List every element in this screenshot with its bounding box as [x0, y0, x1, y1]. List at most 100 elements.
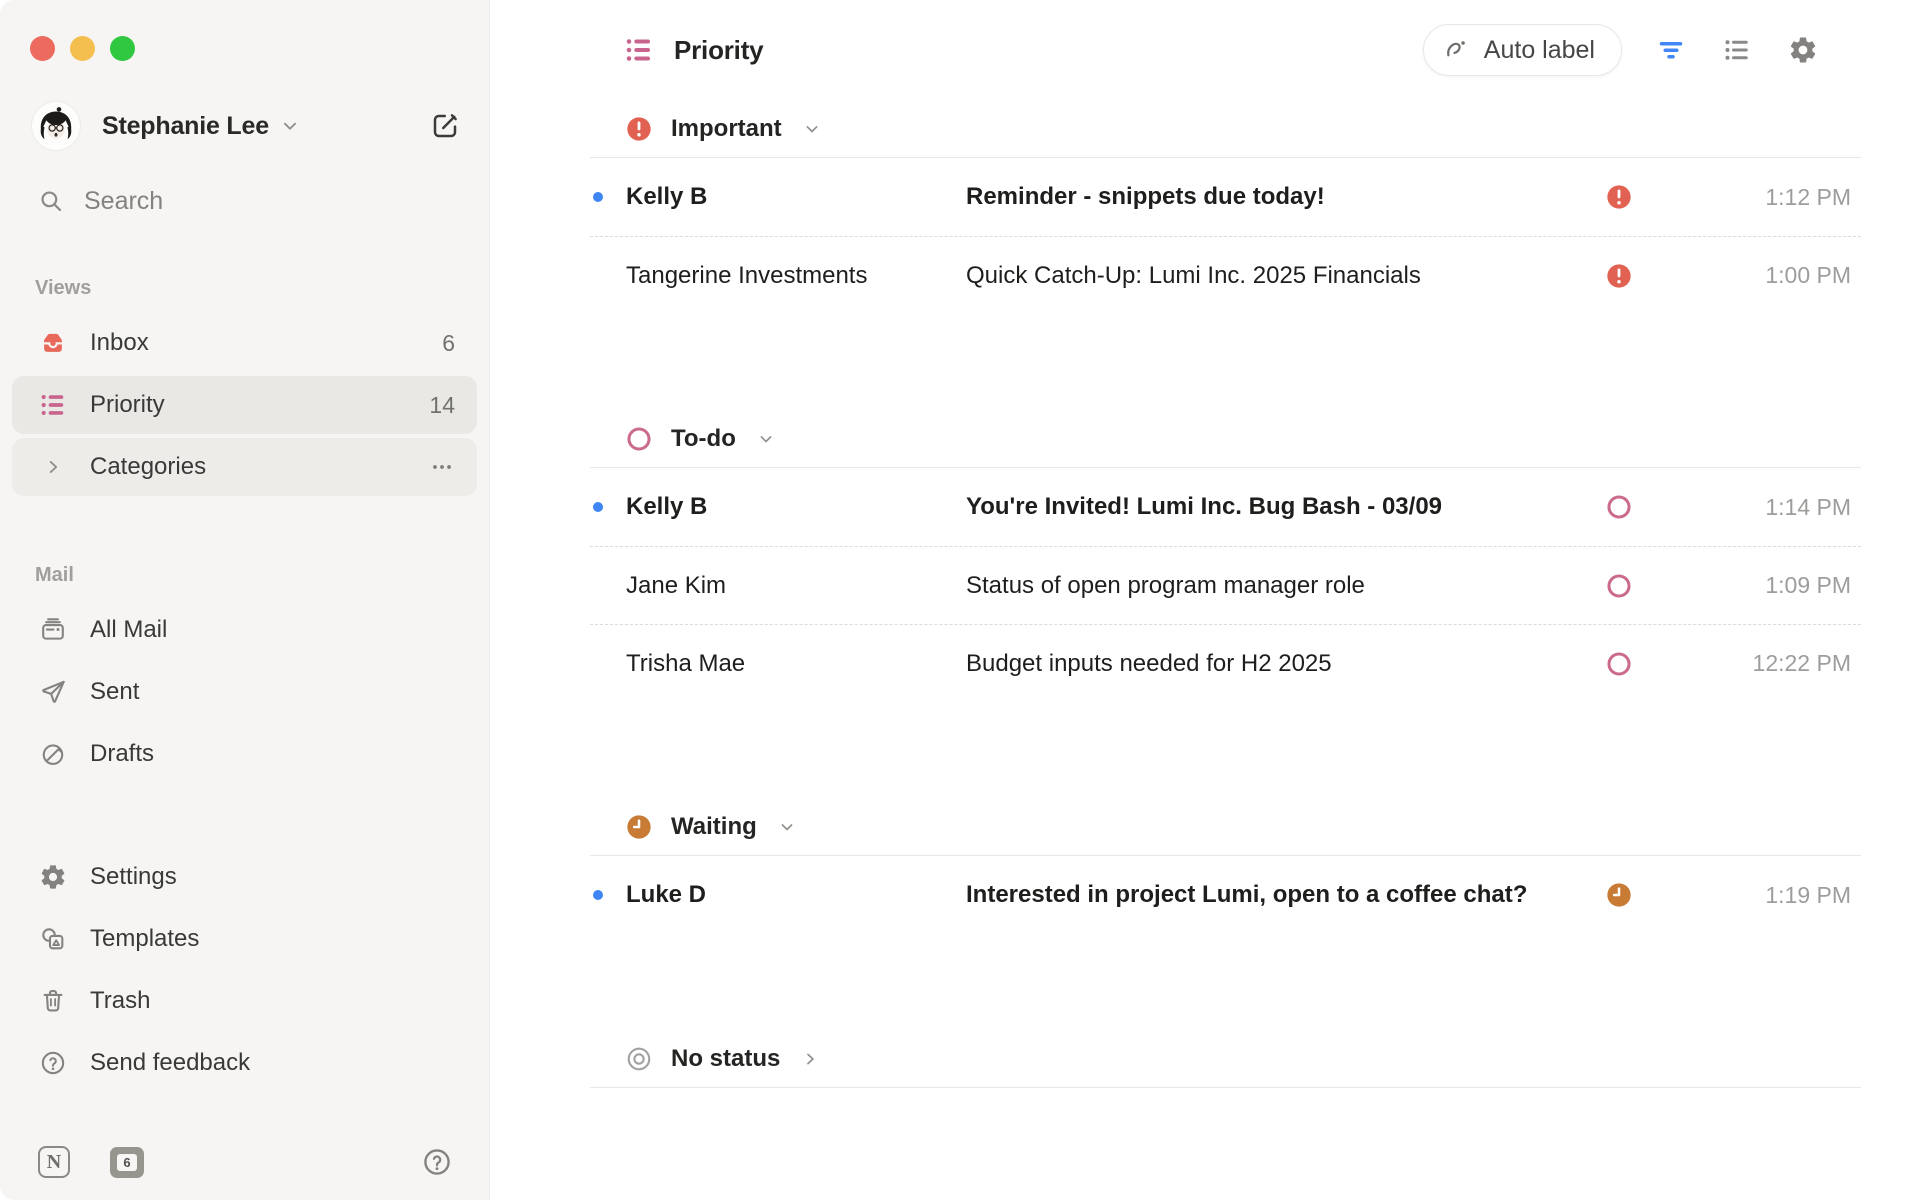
- sidebar-item-categories[interactable]: Categories: [12, 438, 477, 496]
- sidebar-item-sent[interactable]: Sent: [12, 663, 477, 721]
- unread-count: 14: [429, 392, 455, 419]
- important-status-icon: [625, 115, 653, 143]
- todo-status-icon: [625, 425, 653, 453]
- sidebar-item-priority[interactable]: Priority 14: [12, 376, 477, 434]
- sent-icon: [38, 677, 68, 707]
- mail-subject: Quick Catch-Up: Lumi Inc. 2025 Financial…: [966, 262, 1589, 290]
- chevron-down-icon: [802, 119, 822, 139]
- mail-app-window: Stephanie Lee Search Views Inbox 6 Prior…: [0, 0, 1920, 1200]
- zoom-button[interactable]: [110, 36, 135, 61]
- important-badge-icon[interactable]: [1589, 262, 1649, 290]
- sidebar-item-all-mail[interactable]: All Mail: [12, 601, 477, 659]
- help-button[interactable]: [421, 1146, 453, 1178]
- mail-subject: Reminder - snippets due today!: [966, 183, 1589, 211]
- compose-icon: [430, 111, 460, 141]
- unread-dot: [593, 890, 603, 900]
- toolbar: Auto label: [1423, 24, 1820, 76]
- gear-icon: [1788, 35, 1818, 65]
- sidebar-item-label: Priority: [90, 391, 165, 419]
- filter-button[interactable]: [1654, 33, 1688, 67]
- trash-icon: [38, 986, 68, 1016]
- mail-list-pane: Priority Auto label Important Kelly B: [490, 0, 1920, 1200]
- more-options-icon[interactable]: [429, 454, 455, 480]
- account-switcher[interactable]: Stephanie Lee: [32, 101, 465, 151]
- section-no-status: No status: [590, 1030, 1861, 1088]
- sidebar-item-trash[interactable]: Trash: [12, 972, 477, 1030]
- calendar-day: 6: [117, 1154, 137, 1171]
- question-circle-icon: [38, 1048, 68, 1078]
- todo-ring-icon[interactable]: [1589, 650, 1649, 678]
- chevron-right-icon[interactable]: [38, 452, 68, 482]
- mail-row[interactable]: Kelly B You're Invited! Lumi Inc. Bug Ba…: [590, 468, 1861, 546]
- sidebar-item-label: Inbox: [90, 329, 149, 357]
- section-waiting-header[interactable]: Waiting: [590, 798, 1861, 856]
- important-badge-icon[interactable]: [1589, 183, 1649, 211]
- section-important: Important Kelly B Reminder - snippets du…: [590, 100, 1861, 314]
- sidebar-item-settings[interactable]: Settings: [12, 848, 477, 906]
- sidebar-item-label: Send feedback: [90, 1049, 250, 1077]
- utility-nav: Settings Templates Trash Send feedback: [0, 848, 489, 1092]
- todo-ring-icon[interactable]: [1589, 493, 1649, 521]
- sidebar-item-label: Settings: [90, 863, 177, 891]
- mail-time: 12:22 PM: [1649, 650, 1861, 677]
- gear-icon: [38, 862, 68, 892]
- avatar: [32, 102, 80, 150]
- sidebar-item-drafts[interactable]: Drafts: [12, 725, 477, 783]
- sidebar-item-inbox[interactable]: Inbox 6: [12, 314, 477, 372]
- mail-row[interactable]: Kelly B Reminder - snippets due today! 1…: [590, 158, 1861, 236]
- mail-row[interactable]: Luke D Interested in project Lumi, open …: [590, 856, 1861, 934]
- app-switcher-bar: N 6: [38, 1146, 453, 1200]
- section-label-mail: Mail: [35, 564, 489, 587]
- sidebar-item-label: Categories: [90, 453, 206, 481]
- views-nav: Inbox 6 Priority 14 Categories: [0, 314, 489, 500]
- mail-time: 1:14 PM: [1649, 494, 1861, 521]
- auto-label-button[interactable]: Auto label: [1423, 24, 1622, 76]
- list-view-button[interactable]: [1720, 33, 1754, 67]
- waiting-clock-icon[interactable]: [1589, 881, 1649, 909]
- section-label-views: Views: [35, 277, 489, 300]
- section-important-header[interactable]: Important: [590, 100, 1861, 158]
- compose-button[interactable]: [425, 106, 465, 146]
- calendar-icon[interactable]: 6: [110, 1147, 144, 1178]
- mail-time: 1:12 PM: [1649, 184, 1861, 211]
- notion-logo-icon[interactable]: N: [38, 1146, 70, 1178]
- sidebar-item-templates[interactable]: Templates: [12, 910, 477, 968]
- close-button[interactable]: [30, 36, 55, 61]
- templates-icon: [38, 924, 68, 954]
- account-name: Stephanie Lee: [102, 112, 269, 141]
- chevron-down-icon: [279, 115, 301, 137]
- sidebar-item-label: Templates: [90, 925, 199, 953]
- mail-sender: Jane Kim: [626, 572, 966, 600]
- unread-count: 6: [442, 330, 455, 357]
- mail-subject: Status of open program manager role: [966, 572, 1589, 600]
- filter-icon: [1656, 35, 1686, 65]
- mail-time: 1:09 PM: [1649, 572, 1861, 599]
- sidebar-item-send-feedback[interactable]: Send feedback: [12, 1034, 477, 1092]
- mail-time: 1:00 PM: [1649, 262, 1861, 289]
- sidebar-item-label: Sent: [90, 678, 139, 706]
- view-settings-button[interactable]: [1786, 33, 1820, 67]
- window-controls: [30, 36, 489, 61]
- minimize-button[interactable]: [70, 36, 95, 61]
- mail-subject: Interested in project Lumi, open to a co…: [966, 881, 1589, 909]
- sidebar: Stephanie Lee Search Views Inbox 6 Prior…: [0, 0, 490, 1200]
- section-todo-header[interactable]: To-do: [590, 410, 1861, 468]
- mail-row[interactable]: Jane Kim Status of open program manager …: [590, 546, 1861, 624]
- sidebar-item-label: Trash: [90, 987, 150, 1015]
- section-name: Important: [671, 115, 782, 143]
- mail-row[interactable]: Tangerine Investments Quick Catch-Up: Lu…: [590, 236, 1861, 314]
- section-no-status-header[interactable]: No status: [590, 1030, 1861, 1088]
- mail-nav: All Mail Sent Drafts: [0, 601, 489, 787]
- todo-ring-icon[interactable]: [1589, 572, 1649, 600]
- section-waiting: Waiting Luke D Interested in project Lum…: [590, 798, 1861, 934]
- chevron-down-icon: [777, 817, 797, 837]
- mail-row[interactable]: Trisha Mae Budget inputs needed for H2 2…: [590, 624, 1861, 702]
- search-input[interactable]: Search: [38, 181, 465, 221]
- auto-label-icon: [1443, 36, 1471, 64]
- section-name: To-do: [671, 425, 736, 453]
- mail-subject: You're Invited! Lumi Inc. Bug Bash - 03/…: [966, 493, 1589, 521]
- sidebar-item-label: Drafts: [90, 740, 154, 768]
- list-view-icon: [1722, 35, 1752, 65]
- mail-sender: Trisha Mae: [626, 650, 966, 678]
- mail-sender: Luke D: [626, 881, 966, 909]
